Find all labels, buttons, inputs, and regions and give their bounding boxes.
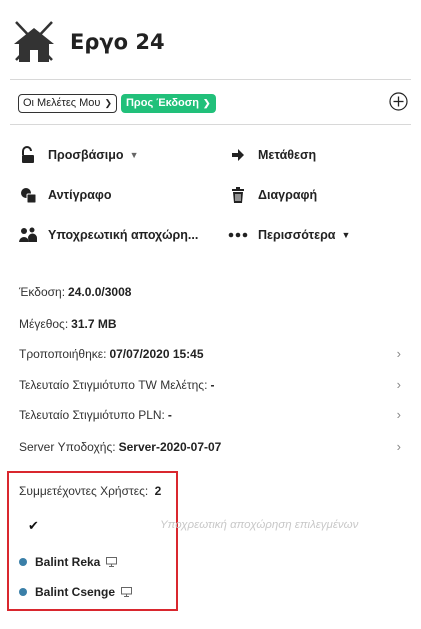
pln-snapshot-label: Τελευταίο Στιγμιότυπο PLN: <box>19 408 165 422</box>
move-button[interactable]: Μετάθεση <box>228 146 316 164</box>
copy-icon <box>18 186 38 204</box>
select-all-check-icon[interactable]: ✔ <box>28 518 39 534</box>
divider <box>10 124 411 125</box>
tw-snapshot-label: Τελευταίο Στιγμιότυπο TW Μελέτης: <box>19 378 208 392</box>
studies-select[interactable]: Οι Μελέτες Μου ❯ <box>18 93 117 113</box>
add-circle-icon[interactable] <box>389 92 408 111</box>
move-label: Μετάθεση <box>258 148 317 162</box>
size-row: Μέγεθος: 31.7 MB <box>19 317 409 331</box>
more-label: Περισσότερα <box>258 228 336 242</box>
arrow-right-icon <box>228 146 248 164</box>
unlock-icon <box>18 146 38 164</box>
version-value: 24.0.0/3008 <box>68 285 132 299</box>
version-row: Έκδοση: 24.0.0/3008 <box>19 285 409 299</box>
caret-down-icon: ▼ <box>129 150 139 160</box>
force-release-label: Υποχρεωτική αποχώρη... <box>48 228 199 242</box>
chevron-down-icon: ❯ <box>104 97 112 108</box>
studies-select-value: Οι Μελέτες Μου <box>23 97 101 109</box>
online-status-dot <box>19 558 27 566</box>
copy-button[interactable]: Αντίγραφο <box>18 186 112 204</box>
users-icon <box>18 226 38 244</box>
chevron-down-icon: ❯ <box>203 97 211 108</box>
more-button[interactable]: Περισσότερα ▼ <box>228 226 350 244</box>
user-list-item[interactable]: Balint Reka <box>19 555 118 569</box>
filter-bar: Οι Μελέτες Μου ❯ Προς Έκδοση ❯ <box>18 92 408 114</box>
divider <box>10 79 411 80</box>
delete-button[interactable]: Διαγραφή <box>228 186 317 204</box>
server-value: Server-2020-07-07 <box>118 440 222 454</box>
users-title: Συμμετέχοντες Χρήστες: 2 <box>19 484 161 498</box>
page-title: Εργο 24 <box>70 30 165 54</box>
users-title-label: Συμμετέχοντες Χρήστες: <box>19 484 149 498</box>
accessible-button[interactable]: Προσβάσιμο ▼ <box>18 146 139 164</box>
force-release-selected-button[interactable]: Υποχρεωτική αποχώρηση επιλεγμένων <box>160 519 358 531</box>
size-value: 31.7 MB <box>71 317 117 331</box>
more-dots-icon <box>228 226 248 244</box>
modified-label: Τροποποιήθηκε: <box>19 347 107 361</box>
user-name: Balint Reka <box>35 555 101 569</box>
status-filter-chip[interactable]: Προς Έκδοση ❯ <box>120 93 216 113</box>
chevron-right-icon: › <box>396 407 401 422</box>
server-row[interactable]: Server Υποδοχής: Server-2020-07-07 › <box>19 439 409 454</box>
house-icon <box>14 21 54 62</box>
server-label: Server Υποδοχής: <box>19 440 116 454</box>
size-label: Μέγεθος: <box>19 317 69 331</box>
force-release-button[interactable]: Υποχρεωτική αποχώρη... <box>18 226 198 244</box>
monitor-icon <box>106 557 118 567</box>
accessible-label: Προσβάσιμο <box>48 148 124 162</box>
tw-snapshot-value: - <box>210 378 215 392</box>
tw-snapshot-row[interactable]: Τελευταίο Στιγμιότυπο TW Μελέτης: - › <box>19 377 409 392</box>
pln-snapshot-value: - <box>167 408 172 422</box>
pln-snapshot-row[interactable]: Τελευταίο Στιγμιότυπο PLN: - › <box>19 407 409 422</box>
user-list-item[interactable]: Balint Csenge <box>19 585 133 599</box>
users-count: 2 <box>154 484 162 498</box>
online-status-dot <box>19 588 27 596</box>
project-header: Εργο 24 <box>12 14 412 70</box>
modified-value: 07/07/2020 15:45 <box>109 347 204 361</box>
modified-row[interactable]: Τροποποιήθηκε: 07/07/2020 15:45 › <box>19 346 409 361</box>
monitor-icon <box>121 587 133 597</box>
trash-icon <box>228 186 248 204</box>
version-label: Έκδοση: <box>19 285 66 299</box>
chevron-right-icon: › <box>396 346 401 361</box>
chevron-right-icon: › <box>396 377 401 392</box>
status-filter-label: Προς Έκδοση <box>125 97 200 109</box>
delete-label: Διαγραφή <box>258 188 318 202</box>
caret-down-icon: ▼ <box>341 230 351 240</box>
copy-label: Αντίγραφο <box>48 188 112 202</box>
chevron-right-icon: › <box>396 439 401 454</box>
user-name: Balint Csenge <box>35 585 116 599</box>
